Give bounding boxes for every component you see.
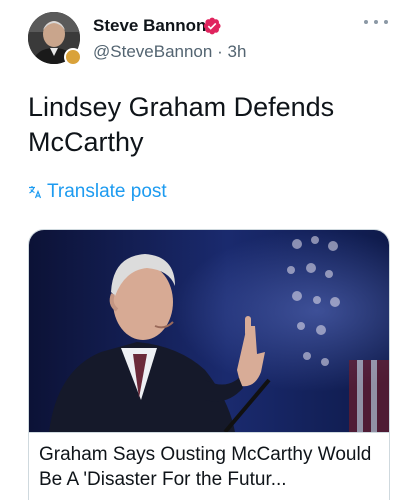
affiliate-badge-icon (64, 48, 82, 66)
translate-icon (29, 186, 42, 199)
link-preview-card[interactable]: Graham Says Ousting McCarthy Would Be A … (28, 229, 390, 500)
translate-post-label[interactable]: Translate post (47, 180, 167, 204)
meta-separator: · (217, 42, 223, 61)
author-handle-line: @SteveBannon · 3h (93, 41, 246, 63)
author-display-name[interactable]: Steve Bannon (93, 16, 206, 36)
post[interactable]: Steve Bannon @SteveBannon · 3h Lindsey G… (0, 0, 413, 500)
verified-badge-icon (203, 17, 221, 35)
card-divider (29, 432, 389, 433)
ellipsis-icon[interactable] (364, 16, 388, 28)
news-photo-speaker-icon (29, 230, 389, 432)
post-timestamp[interactable]: 3h (227, 42, 246, 61)
post-text: Lindsey Graham Defends McCarthy (28, 92, 335, 157)
author-handle[interactable]: @SteveBannon (93, 42, 212, 61)
link-preview-title[interactable]: Graham Says Ousting McCarthy Would Be A … (39, 442, 381, 492)
link-preview-image[interactable] (29, 230, 389, 432)
translate-post-link[interactable]: Translate post (28, 180, 167, 204)
